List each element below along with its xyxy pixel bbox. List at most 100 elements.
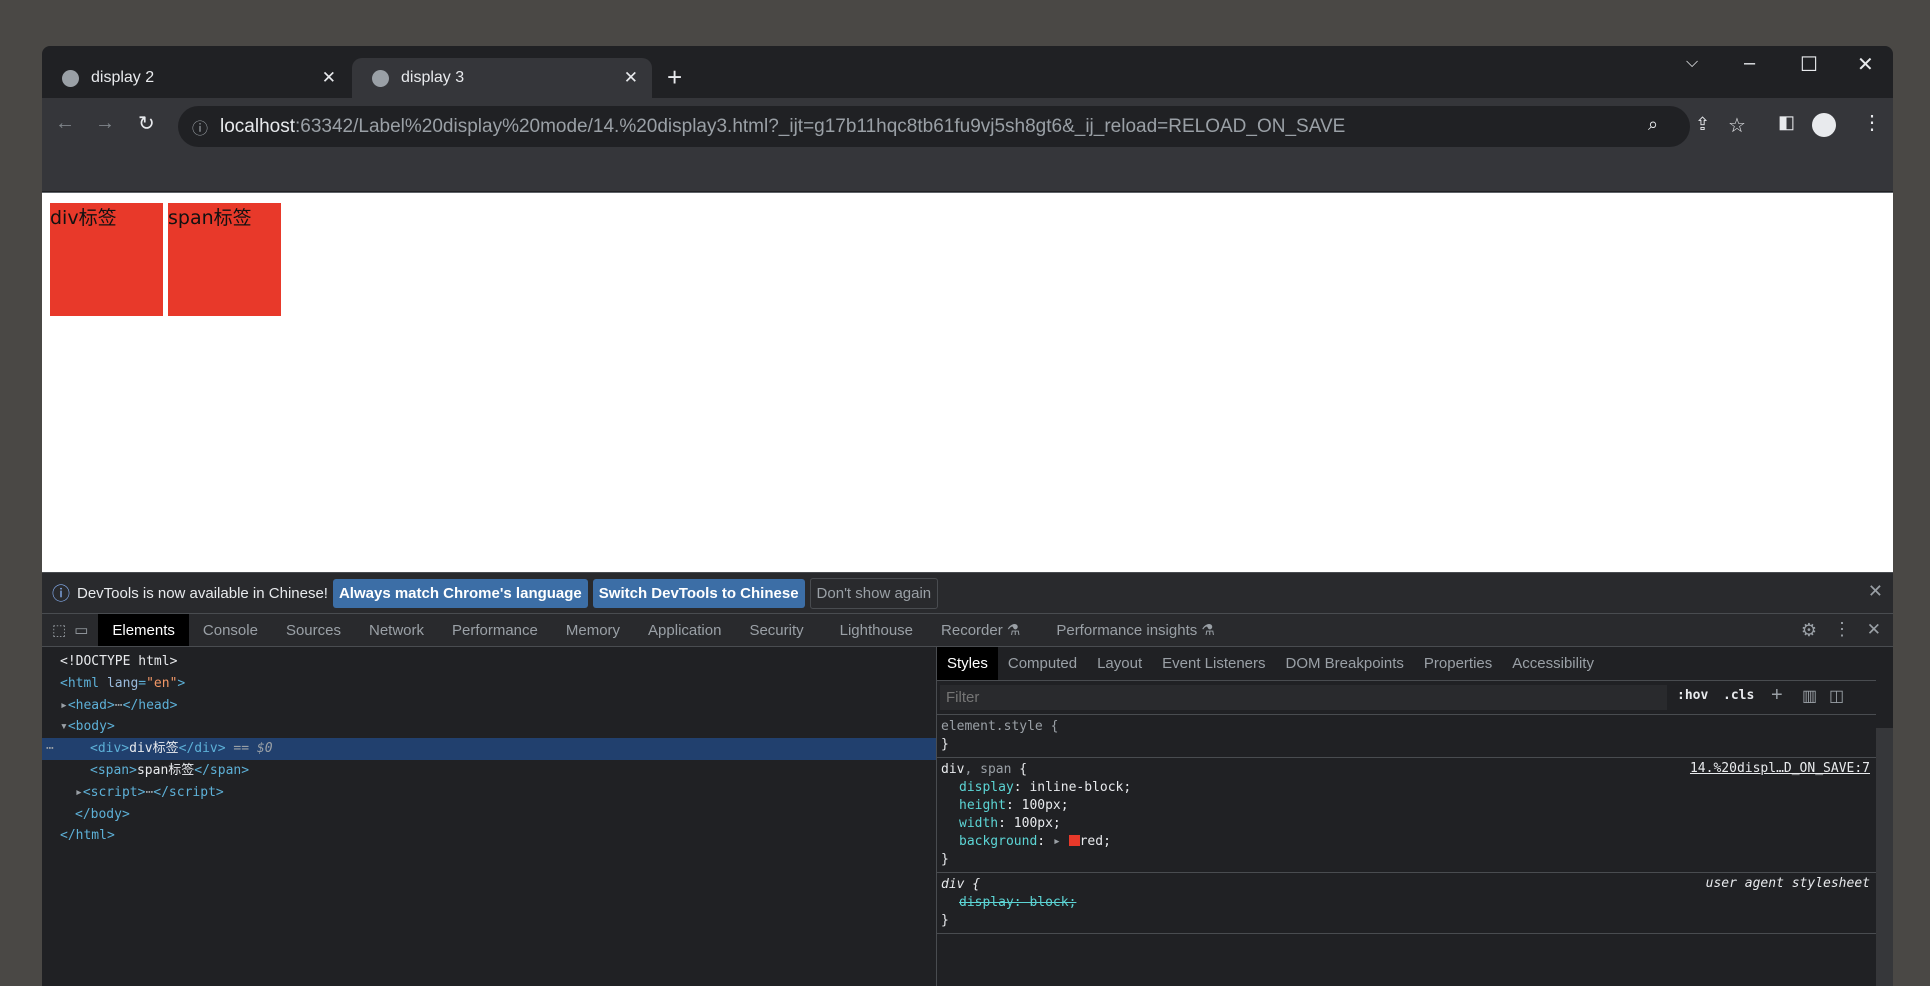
close-devtools-icon[interactable]: ✕: [1867, 620, 1881, 640]
menu-kebab-icon[interactable]: ⋮: [1862, 110, 1882, 135]
styles-tab-layout[interactable]: Layout: [1087, 647, 1152, 680]
property-value: 100px;: [1021, 798, 1069, 813]
profile-avatar[interactable]: [1812, 113, 1836, 137]
address-bar[interactable]: ⓘ localhost:63342/Label%20display%20mode…: [178, 106, 1746, 147]
ellipsis-icon[interactable]: ⋯: [115, 698, 123, 713]
chevron-down-icon[interactable]: ⌵: [1686, 54, 1698, 72]
styles-tabbar: Styles Computed Layout Event Listeners DOM B…: [937, 647, 1876, 681]
bookmark-star-icon[interactable]: ☆: [1728, 113, 1746, 138]
styles-tab-dom-breakpoints[interactable]: DOM Breakpoints: [1276, 647, 1414, 680]
devtools-tab-network[interactable]: Network: [355, 614, 438, 646]
css-property[interactable]: width: 100px;: [941, 815, 1872, 833]
styles-tab-computed[interactable]: Computed: [998, 647, 1087, 680]
tag: </span>: [194, 762, 250, 778]
close-tab-icon[interactable]: ✕: [322, 68, 336, 88]
tag: <body>: [67, 719, 115, 735]
hov-toggle[interactable]: :hov: [1677, 688, 1708, 703]
forward-icon[interactable]: →: [95, 112, 115, 135]
dom-head[interactable]: ▸<head>⋯</head>: [42, 695, 936, 717]
css-property[interactable]: display: inline-block;: [941, 779, 1872, 797]
dom-div-selected[interactable]: ⋯ <div>div标签</div> == $0: [42, 738, 936, 760]
dom-html-close[interactable]: </html>: [42, 825, 936, 847]
settings-gear-icon[interactable]: ⚙: [1801, 620, 1817, 641]
div-span-rule: 14.%20displ…D_ON_SAVE:7 div, span { disp…: [937, 758, 1876, 873]
tab-title: display 3: [401, 69, 465, 86]
styles-tab-styles[interactable]: Styles: [937, 647, 998, 680]
devtools-tab-sources[interactable]: Sources: [272, 614, 355, 646]
share-icon[interactable]: ⇪: [1695, 114, 1710, 135]
overridden-property[interactable]: display: block;: [959, 895, 1076, 910]
dom-body[interactable]: ▾<body>: [42, 716, 936, 738]
back-icon[interactable]: ←: [55, 112, 75, 135]
device-toolbar-icon[interactable]: ▭: [74, 621, 88, 639]
styles-scrollbar[interactable]: [1876, 728, 1893, 986]
brace: }: [941, 737, 949, 752]
devtools-tab-performance[interactable]: Performance: [438, 614, 552, 646]
styles-tab-accessibility[interactable]: Accessibility: [1502, 647, 1604, 680]
close-window-icon[interactable]: ✕: [1857, 52, 1874, 77]
tag: </script>: [153, 784, 224, 800]
switch-devtools-chinese-button[interactable]: Switch DevTools to Chinese: [592, 578, 805, 608]
devtools-tab-performance-insights[interactable]: Performance insights ⚗: [1042, 614, 1229, 646]
devtools-tab-application[interactable]: Application: [634, 614, 735, 646]
toggle-sidebar-icon[interactable]: ◫: [1829, 686, 1844, 706]
expand-triangle-icon[interactable]: ▸: [60, 698, 68, 713]
dom-body-close[interactable]: </body>: [42, 804, 936, 826]
paint-brush-icon[interactable]: ▥: [1802, 686, 1817, 706]
styles-tab-event-listeners[interactable]: Event Listeners: [1152, 647, 1275, 680]
inspect-element-icon[interactable]: ⬚: [52, 621, 66, 639]
close-tab-icon[interactable]: ✕: [624, 68, 638, 88]
devtools-menu-icon[interactable]: ⋮: [1833, 619, 1851, 640]
reload-icon[interactable]: ↻: [138, 111, 155, 136]
styles-filter-input[interactable]: [940, 685, 1667, 710]
brace: }: [941, 852, 949, 867]
collapse-triangle-icon[interactable]: ▾: [60, 719, 68, 734]
devtools-tab-lighthouse[interactable]: Lighthouse: [826, 614, 927, 646]
info-icon: ⓘ: [192, 120, 209, 138]
selector: , span: [964, 762, 1012, 777]
cls-toggle[interactable]: .cls: [1723, 688, 1754, 703]
close-infobar-icon[interactable]: ✕: [1868, 581, 1883, 602]
selector: div: [941, 762, 965, 777]
span-box: span标签: [168, 203, 281, 316]
devtools-tab-console[interactable]: Console: [189, 614, 272, 646]
dont-show-again-button[interactable]: Don't show again: [809, 577, 939, 609]
devtools-tab-elements[interactable]: Elements: [98, 614, 189, 646]
property-value: red;: [1079, 834, 1111, 849]
tag: </html>: [60, 828, 115, 844]
devtools-tab-memory[interactable]: Memory: [552, 614, 634, 646]
tag: </head>: [122, 697, 178, 713]
devtools-tab-recorder[interactable]: Recorder ⚗: [927, 614, 1034, 646]
zoom-icon[interactable]: ⌕: [1648, 114, 1658, 135]
brace: {: [1011, 762, 1028, 777]
css-property[interactable]: height: 100px;: [941, 797, 1872, 815]
user-agent-rule: user agent stylesheet div { display: blo…: [937, 873, 1876, 934]
expand-triangle-icon[interactable]: ▸: [1053, 834, 1061, 849]
side-panel-icon[interactable]: ◧: [1778, 112, 1795, 133]
page-content: div标签 span标签: [42, 192, 1893, 572]
info-icon: ⓘ: [52, 584, 70, 604]
attr-name: lang: [106, 675, 139, 691]
dom-doctype[interactable]: <!DOCTYPE html>: [42, 651, 936, 673]
always-match-language-button[interactable]: Always match Chrome's language: [332, 578, 588, 608]
expand-triangle-icon[interactable]: ▸: [75, 785, 83, 800]
devtools-tab-security[interactable]: Security: [735, 614, 817, 646]
dom-script[interactable]: ▸<script>⋯</script>: [42, 782, 936, 804]
styles-pane: Styles Computed Layout Event Listeners DOM B…: [936, 647, 1876, 986]
brace: }: [941, 913, 949, 928]
maximize-icon[interactable]: ☐: [1800, 52, 1818, 77]
source-link[interactable]: 14.%20displ…D_ON_SAVE:7: [1690, 761, 1870, 776]
css-property[interactable]: background: ▸ red;: [941, 833, 1872, 851]
minimize-icon[interactable]: –: [1744, 52, 1755, 75]
new-rule-icon[interactable]: +: [1771, 684, 1783, 707]
ellipsis-icon[interactable]: ⋯: [46, 738, 54, 760]
dom-html[interactable]: <html lang="en">: [42, 673, 936, 695]
tag: <html: [60, 675, 100, 691]
new-tab-icon[interactable]: +: [667, 62, 682, 93]
dom-span[interactable]: <span>span标签</span>: [42, 760, 936, 782]
styles-tab-properties[interactable]: Properties: [1414, 647, 1502, 680]
tab-display-3[interactable]: display 3 ✕: [352, 58, 652, 98]
tab-display-2[interactable]: display 2 ✕: [42, 58, 350, 98]
color-swatch[interactable]: [1068, 835, 1080, 846]
element-style-rule: element.style { }: [937, 715, 1876, 758]
